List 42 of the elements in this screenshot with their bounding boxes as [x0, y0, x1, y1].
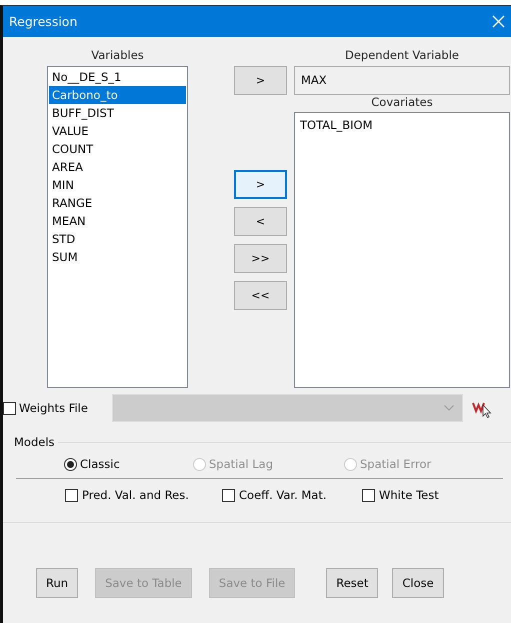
list-label: Variables	[90, 48, 145, 62]
variables-list[interactable]: No__DE_S_1 Carbono_to BUFF_DIST VALUE COUNT AREA MIN RANGE MEAN STD SUM	[47, 66, 188, 388]
radio-button[interactable]	[64, 458, 77, 470]
checkbox[interactable]	[3, 402, 16, 414]
covariates-list[interactable]: TOTAL_BIOM	[294, 112, 510, 388]
move-button[interactable]: >	[234, 170, 287, 199]
action-button[interactable]: Run	[36, 568, 78, 598]
checkbox[interactable]	[362, 488, 375, 502]
group-label: Models	[14, 435, 56, 449]
dependent-field[interactable]: MAX	[294, 66, 510, 95]
radio-label: Spatial Lag	[209, 457, 274, 471]
window-title: Regression	[9, 14, 78, 29]
list-item[interactable]: STD	[49, 230, 186, 248]
list-item[interactable]: BUFF_DIST	[49, 104, 186, 122]
field-label: Dependent Variable	[344, 48, 460, 62]
action-button[interactable]: Close	[392, 568, 444, 598]
checkbox-label: Weights File	[19, 401, 89, 415]
list-item[interactable]: TOTAL_BIOM	[297, 116, 507, 134]
list-item[interactable]: RANGE	[49, 194, 186, 212]
radio-label: Spatial Error	[360, 457, 432, 471]
move-button[interactable]: <<	[234, 281, 287, 310]
move-button[interactable]: <	[234, 207, 287, 236]
list-item[interactable]: MIN	[49, 176, 186, 194]
list-item[interactable]: No__DE_S_1	[49, 68, 186, 86]
action-button[interactable]: Reset	[326, 568, 378, 598]
checkbox-label: White Test	[379, 488, 439, 502]
list-item[interactable]: SUM	[49, 248, 186, 266]
list-item[interactable]: VALUE	[49, 122, 186, 140]
checkbox[interactable]	[222, 488, 235, 502]
list-item[interactable]: Carbono_to	[49, 86, 186, 104]
checkbox[interactable]	[65, 488, 78, 502]
checkbox-label: Coeff. Var. Mat.	[239, 488, 327, 502]
move-button[interactable]: >	[234, 66, 287, 95]
checkbox-label: Pred. Val. and Res.	[82, 488, 189, 502]
list-item[interactable]: MEAN	[49, 212, 186, 230]
list-item[interactable]: AREA	[49, 158, 186, 176]
radio-label: Classic	[80, 457, 120, 471]
caret-icon	[444, 405, 454, 411]
list-item[interactable]: COUNT	[49, 140, 186, 158]
close-icon[interactable]	[492, 15, 505, 28]
list-label: Covariates	[370, 95, 434, 109]
move-button[interactable]: >>	[234, 244, 287, 273]
